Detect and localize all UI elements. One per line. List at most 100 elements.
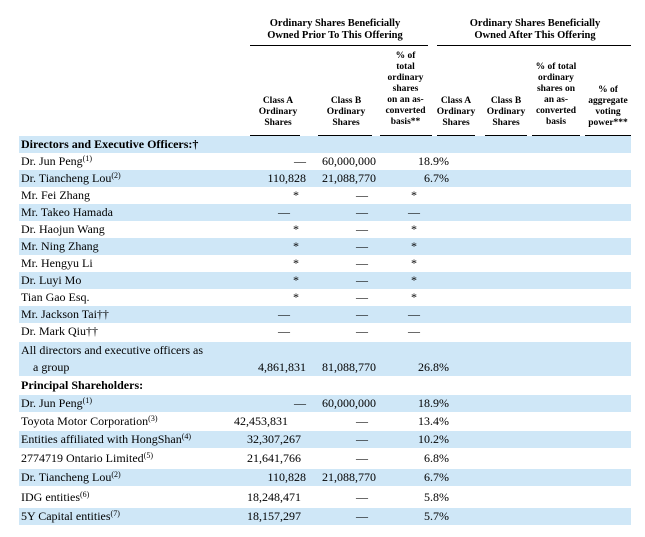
pct-value: * (411, 188, 417, 202)
holder-name: Entities affiliated with HongShan (21, 432, 182, 446)
class-b-value: 21,088,770 (322, 470, 376, 484)
class-b-value: — (356, 239, 368, 253)
section-directors-row: Directors and Executive Officers:† (19, 136, 631, 153)
table-row: Dr. Jun Peng(1) — 60,000,000 18.9% (19, 153, 631, 170)
class-b-value: 21,088,770 (322, 171, 376, 185)
class-b-value: — (356, 256, 368, 270)
class-b-value: — (356, 307, 368, 321)
class-a-value: 32,307,267 (247, 432, 301, 446)
pct-value: 18.9% (418, 154, 449, 168)
holder-name: Dr. Mark Qiu†† (21, 324, 98, 338)
pct-value: 10.2% (418, 432, 449, 446)
class-b-value: 81,088,770 (322, 360, 376, 374)
pct-value: 5.7% (424, 509, 449, 523)
class-a-value: 110,828 (267, 470, 306, 484)
row-name: Dr. Tiancheng Lou(2) (21, 170, 121, 187)
holder-name: Dr. Tiancheng Lou (21, 171, 112, 185)
prior-group-line-1: Ordinary Shares Beneficially (269, 18, 401, 29)
pct-value: * (411, 290, 417, 304)
after-group-line-1: Ordinary Shares Beneficially (469, 18, 601, 29)
pct-value: — (408, 324, 420, 338)
class-a-value: — (278, 324, 290, 338)
table-row: Mr. Hengyu Li * — * (19, 255, 631, 272)
table-row: Dr. Jun Peng(1) — 60,000,000 18.9% (19, 395, 631, 412)
pct-value: * (411, 256, 417, 270)
pct-value: — (408, 307, 420, 321)
row-name: 2774719 Ontario Limited(5) (21, 450, 153, 467)
class-a-value: — (294, 396, 306, 410)
row-name: Dr. Tiancheng Lou(2) (21, 469, 121, 486)
col-class-b-after: Class B Ordinary Shares (486, 96, 526, 128)
row-name: 5Y Capital entities(7) (21, 508, 120, 525)
pct-value: * (411, 222, 417, 236)
holder-name: Dr. Jun Peng (21, 154, 83, 168)
class-a-value: — (278, 205, 290, 219)
holder-name: Dr. Tiancheng Lou (21, 470, 112, 484)
class-a-value: * (293, 256, 299, 270)
class-a-value: — (294, 154, 306, 168)
table-row: Dr. Haojun Wang * — * (19, 221, 631, 238)
pct-value: 13.4% (418, 414, 449, 428)
class-b-value: — (356, 414, 368, 428)
footnote-ref: (1) (82, 154, 92, 163)
pct-value: 6.8% (424, 451, 449, 465)
class-a-value: 110,828 (267, 171, 306, 185)
footnote-ref: (1) (82, 396, 92, 405)
section-directors-label: Directors and Executive Officers:† (21, 137, 199, 151)
prior-group-rule (250, 45, 428, 46)
holder-name: Mr. Jackson Tai†† (21, 307, 109, 321)
class-b-value: — (356, 222, 368, 236)
class-a-value: * (293, 239, 299, 253)
class-a-value: 18,248,471 (247, 490, 301, 504)
table-row: Entities affiliated with HongShan(4) 32,… (19, 431, 631, 448)
col-pct-prior: % of total ordinary shares on an as- con… (385, 51, 426, 127)
holder-name: Dr. Jun Peng (21, 396, 83, 410)
holder-name: Dr. Haojun Wang (21, 222, 105, 236)
footnote-ref: (3) (148, 414, 158, 423)
after-group-rule (437, 45, 631, 46)
class-a-value: * (293, 273, 299, 287)
holder-name: Mr. Fei Zhang (21, 188, 90, 202)
prior-offering-group-header: Ordinary Shares Beneficially Owned Prior… (250, 18, 420, 42)
holder-name: Tian Gao Esq. (21, 290, 90, 304)
group-total-row: All directors and executive officers as … (19, 342, 631, 376)
class-b-value: — (356, 490, 368, 504)
footnote-ref: (2) (111, 470, 121, 479)
class-b-value: — (356, 188, 368, 202)
pct-value: — (408, 205, 420, 219)
table-row: Dr. Luyi Mo * — * (19, 272, 631, 289)
pct-value: 26.8% (418, 360, 449, 374)
section-principal-row: Principal Shareholders: (19, 377, 631, 394)
table-row: Mr. Jackson Tai†† — — — (19, 306, 631, 323)
table-row: Dr. Tiancheng Lou(2) 110,828 21,088,770 … (19, 170, 631, 187)
table-row: Mr. Ning Zhang * — * (19, 238, 631, 255)
table-row: 5Y Capital entities(7) 18,157,297 — 5.7% (19, 508, 631, 525)
class-b-value: — (356, 509, 368, 523)
table-row: Dr. Mark Qiu†† — — — (19, 323, 631, 340)
table-row: Toyota Motor Corporation(3) 42,453,831 —… (19, 413, 631, 430)
class-b-value: — (356, 451, 368, 465)
pct-value: 5.8% (424, 490, 449, 504)
holder-name: Dr. Luyi Mo (21, 273, 82, 287)
row-name: Dr. Jun Peng(1) (21, 153, 92, 170)
row-name: Entities affiliated with HongShan(4) (21, 431, 191, 448)
class-a-value: 18,157,297 (247, 509, 301, 523)
class-b-value: 60,000,000 (322, 154, 376, 168)
pct-value: * (411, 239, 417, 253)
class-a-value: * (293, 188, 299, 202)
col-class-a-after: Class A Ordinary Shares (436, 96, 476, 128)
row-name: IDG entities(6) (21, 489, 89, 506)
pct-value: * (411, 273, 417, 287)
col-class-a-prior: Class A Ordinary Shares (258, 96, 298, 128)
footnote-ref: (6) (80, 490, 90, 499)
holder-name: Toyota Motor Corporation (21, 414, 149, 428)
row-name: Toyota Motor Corporation(3) (21, 413, 157, 430)
section-principal-label: Principal Shareholders: (21, 378, 144, 392)
class-a-value: 42,453,831 (234, 414, 288, 428)
class-b-value: — (356, 324, 368, 338)
class-b-value: — (356, 290, 368, 304)
class-a-value: 21,641,766 (247, 451, 301, 465)
class-a-value: * (293, 222, 299, 236)
holder-name: Mr. Takeo Hamada (21, 205, 113, 219)
table-row: IDG entities(6) 18,248,471 — 5.8% (19, 489, 631, 506)
